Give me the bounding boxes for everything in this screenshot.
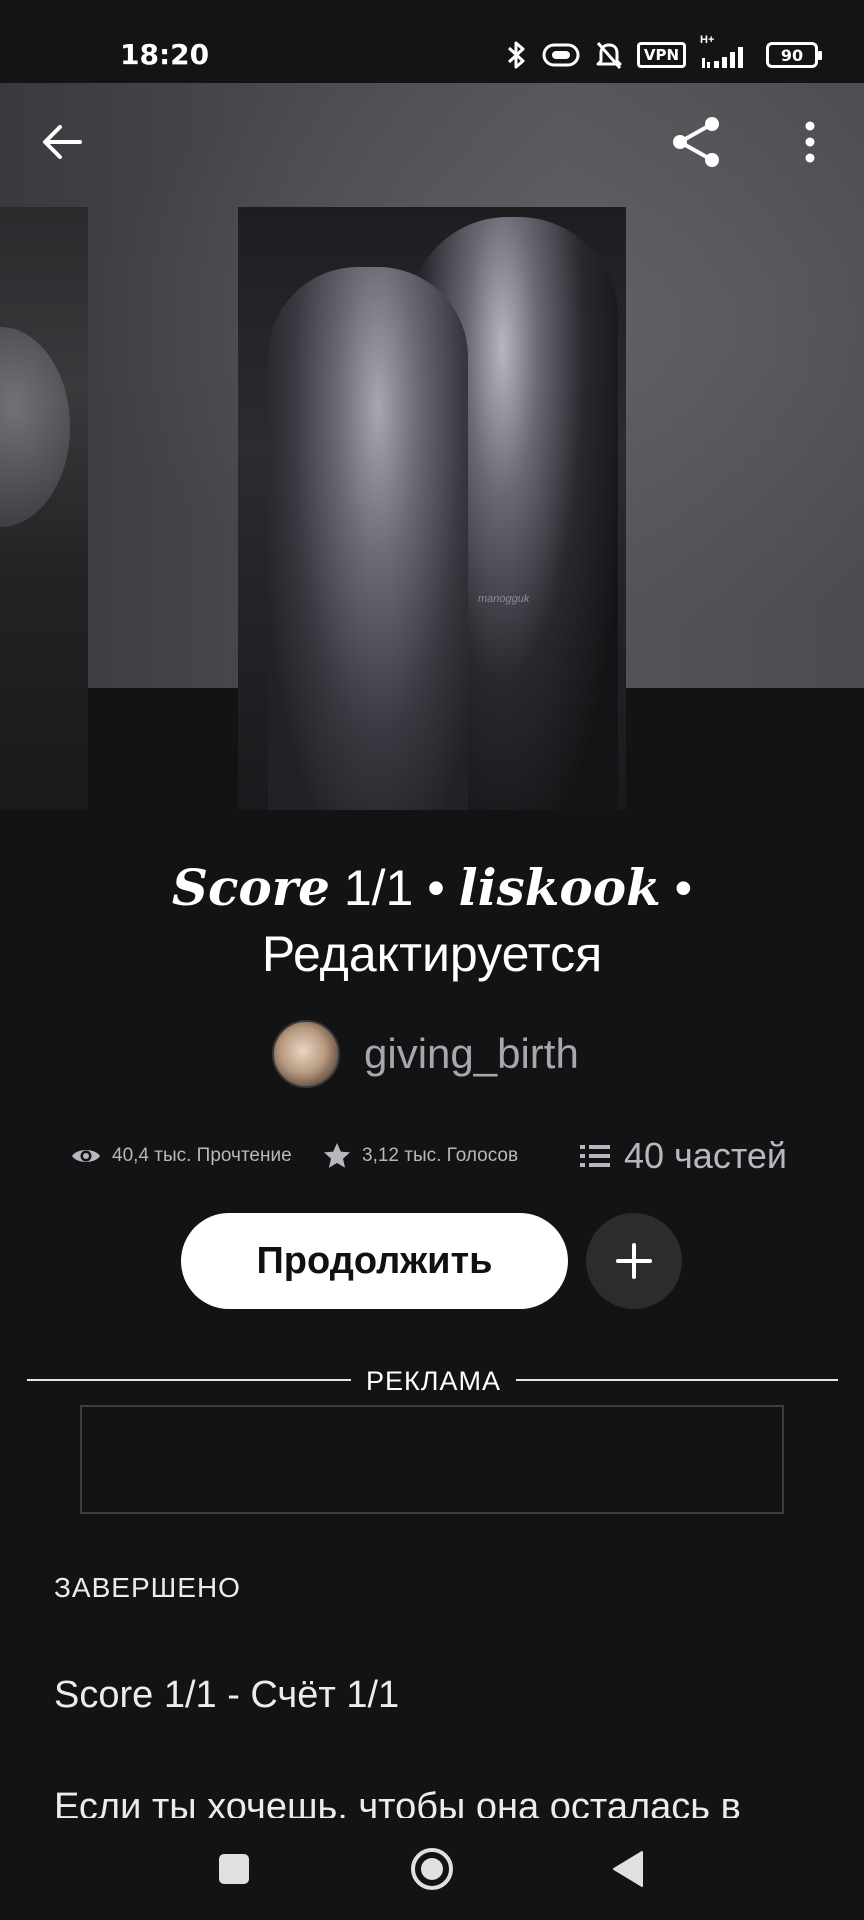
arrow-left-icon bbox=[43, 125, 82, 159]
parts-stat[interactable]: 40 частей bbox=[580, 1128, 787, 1184]
status-bar: 18:20 VPN H+ 90 bbox=[0, 0, 864, 83]
title-part: 1/1 • bbox=[329, 860, 459, 916]
title-part: • bbox=[660, 860, 693, 916]
mute-bell-icon bbox=[596, 42, 622, 69]
story-title: Score 1/1 • liskook • Редактируется bbox=[40, 855, 824, 987]
title-part: liskook bbox=[458, 858, 661, 917]
square-icon bbox=[219, 1854, 249, 1884]
story-details-screen: 18:20 VPN H+ 90 manogguk Score 1/1 • lis… bbox=[0, 0, 864, 1920]
bluetooth-icon bbox=[507, 41, 525, 69]
battery-indicator: 90 bbox=[766, 42, 822, 68]
home-button[interactable] bbox=[407, 1844, 457, 1894]
avatar bbox=[272, 1020, 340, 1088]
story-stats: 40,4 тыс. Прочтение 3,12 тыс. Голосов 40… bbox=[70, 1128, 810, 1184]
recent-apps-button[interactable] bbox=[209, 1844, 259, 1894]
plus-icon bbox=[616, 1243, 652, 1279]
reads-count: 40,4 тыс. Прочтение bbox=[112, 1145, 292, 1166]
description-text: Если ты хочешь, чтобы она осталась в bbox=[54, 1786, 741, 1818]
ad-divider-right bbox=[516, 1379, 838, 1381]
previous-story-cover[interactable] bbox=[0, 207, 88, 810]
add-to-library-button[interactable] bbox=[586, 1213, 682, 1309]
completion-status: ЗАВЕРШЕНО bbox=[54, 1572, 241, 1603]
home-circle-icon bbox=[411, 1848, 453, 1890]
description-title: Scorе 1/1 - Счёт 1/1 bbox=[54, 1674, 400, 1716]
system-navigation-bar bbox=[0, 1818, 864, 1920]
status-time: 18:20 bbox=[120, 38, 210, 71]
votes-count: 3,12 тыс. Голосов bbox=[362, 1145, 519, 1166]
vpn-badge: VPN bbox=[636, 42, 686, 68]
eye-icon bbox=[72, 1150, 100, 1162]
more-vertical-icon bbox=[805, 121, 815, 163]
author-link[interactable]: giving_birth bbox=[272, 1020, 579, 1088]
share-icon bbox=[673, 117, 719, 167]
ad-container[interactable] bbox=[80, 1405, 784, 1514]
status-icons: VPN H+ 90 bbox=[505, 34, 822, 70]
star-icon bbox=[324, 1143, 350, 1168]
vibrate-icon bbox=[542, 43, 580, 67]
list-icon bbox=[580, 1145, 610, 1167]
more-options-button[interactable] bbox=[780, 112, 840, 172]
back-button[interactable] bbox=[32, 112, 92, 172]
battery-level: 90 bbox=[780, 45, 804, 65]
ad-label: РЕКЛАМА bbox=[366, 1366, 501, 1396]
system-back-button[interactable] bbox=[603, 1844, 653, 1894]
votes-stat: 3,12 тыс. Голосов bbox=[322, 1128, 518, 1184]
title-part: Score bbox=[171, 858, 330, 917]
title-line-2: Редактируется bbox=[261, 926, 603, 982]
signal-icon: H+ bbox=[700, 34, 752, 70]
author-name: giving_birth bbox=[364, 1030, 579, 1077]
triangle-back-icon bbox=[613, 1851, 643, 1887]
parts-count: 40 частей bbox=[624, 1135, 788, 1176]
cover-watermark: manogguk bbox=[478, 593, 530, 605]
story-cover-image: manogguk bbox=[238, 207, 626, 810]
share-button[interactable] bbox=[666, 112, 726, 172]
ad-divider-left bbox=[27, 1379, 351, 1381]
reads-stat: 40,4 тыс. Прочтение bbox=[70, 1128, 292, 1184]
continue-reading-button[interactable]: Продолжить bbox=[181, 1213, 568, 1309]
